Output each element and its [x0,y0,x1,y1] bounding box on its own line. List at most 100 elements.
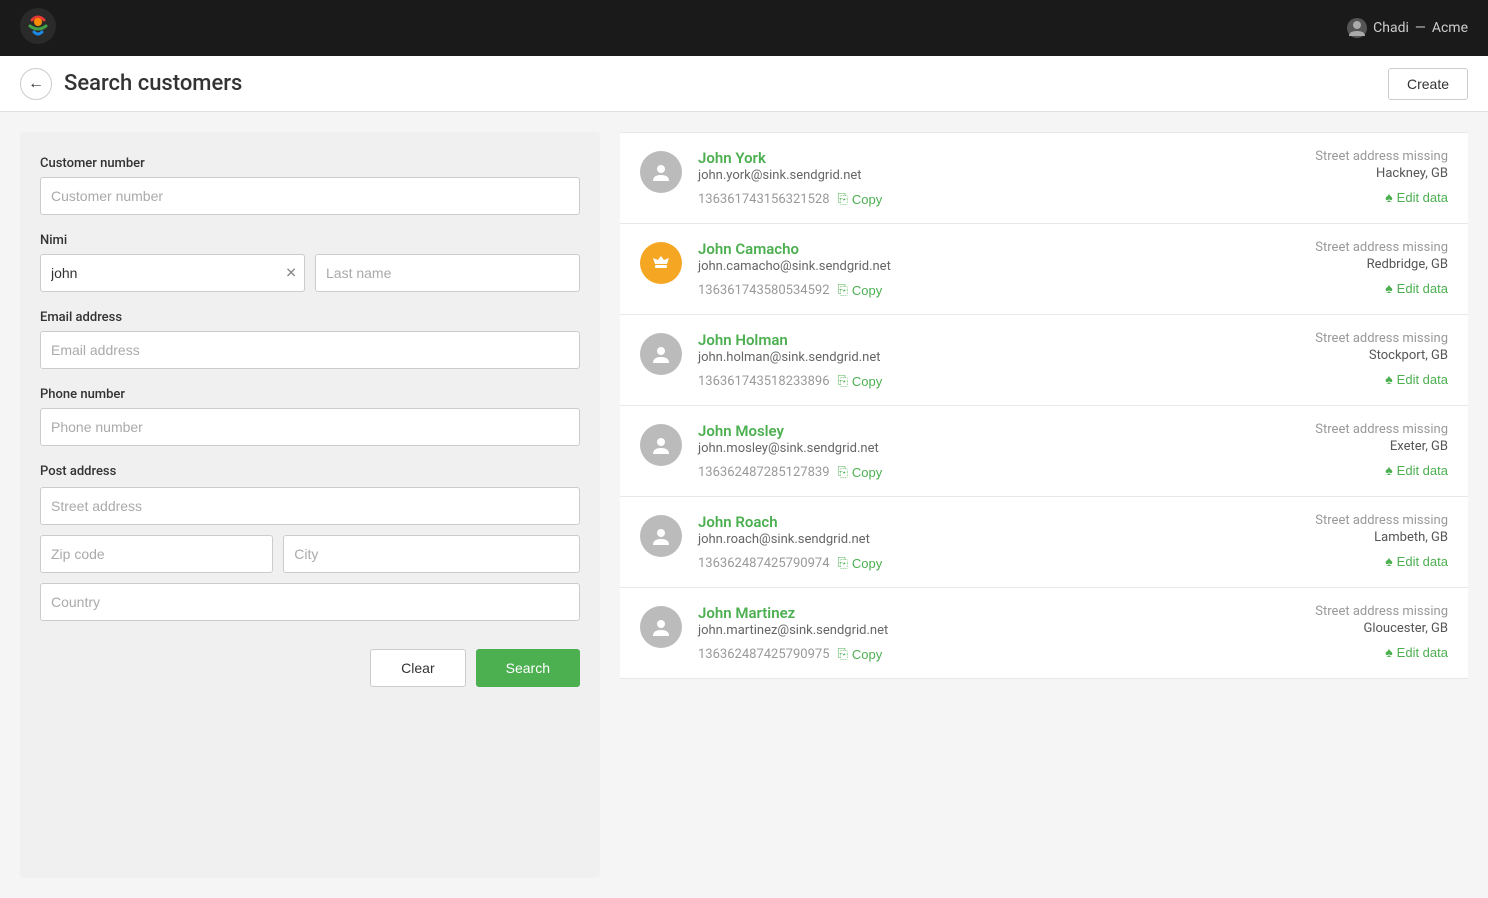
user-name: Chadi [1373,20,1409,36]
copy-id-button[interactable]: ⎘ Copy [838,464,883,480]
org-name: Acme [1432,20,1468,36]
copy-id-button[interactable]: ⎘ Copy [838,555,883,571]
search-button[interactable]: Search [476,649,580,687]
edit-icon: ♠ [1385,189,1392,205]
street-status: Street address missing [1268,604,1448,619]
result-card: John Mosley john.mosley@sink.sendgrid.ne… [620,406,1468,497]
street-input[interactable] [40,487,580,525]
street-status: Street address missing [1268,240,1448,255]
city-input[interactable] [283,535,580,573]
customer-email: john.camacho@sink.sendgrid.net [698,259,1252,274]
edit-data-button[interactable]: ♠ Edit data [1268,371,1448,387]
result-address: Street address missing Hackney, GB ♠ Edi… [1268,149,1448,205]
street-status: Street address missing [1268,513,1448,528]
customer-name[interactable]: John Camacho [698,240,1252,258]
result-address: Street address missing Exeter, GB ♠ Edit… [1268,422,1448,478]
name-label: Nimi [40,233,580,248]
edit-label: Edit data [1397,463,1448,478]
edit-data-button[interactable]: ♠ Edit data [1268,280,1448,296]
page-title: Search customers [64,71,242,96]
customer-location: Exeter, GB [1268,439,1448,454]
country-input[interactable] [40,583,580,621]
copy-label: Copy [852,556,882,571]
customer-location: Hackney, GB [1268,166,1448,181]
result-card: John Holman john.holman@sink.sendgrid.ne… [620,315,1468,406]
copy-id-button[interactable]: ⎘ Copy [838,646,883,662]
street-status: Street address missing [1268,331,1448,346]
customer-avatar [640,242,682,284]
customer-number-input[interactable] [40,177,580,215]
create-button[interactable]: Create [1388,68,1468,100]
customer-name[interactable]: John Roach [698,513,1252,531]
customer-email: john.martinez@sink.sendgrid.net [698,623,1252,638]
copy-label: Copy [852,465,882,480]
customer-name[interactable]: John York [698,149,1252,167]
customer-email: john.roach@sink.sendgrid.net [698,532,1252,547]
copy-label: Copy [852,283,882,298]
customer-email: john.york@sink.sendgrid.net [698,168,1252,183]
email-input[interactable] [40,331,580,369]
customer-number-group: Customer number [40,156,580,215]
copy-icon: ⎘ [838,282,848,298]
copy-id-button[interactable]: ⎘ Copy [838,191,883,207]
edit-label: Edit data [1397,645,1448,660]
customer-id: 136361743518233896 [698,374,830,389]
customer-avatar [640,515,682,557]
phone-group: Phone number [40,387,580,446]
customer-name[interactable]: John Martinez [698,604,1252,622]
result-id-row: 136362487285127839 ⎘ Copy [698,464,1252,480]
clear-button[interactable]: Clear [370,649,465,687]
result-id-row: 136362487425790975 ⎘ Copy [698,646,1252,662]
logo[interactable] [20,8,56,48]
customer-email: john.holman@sink.sendgrid.net [698,350,1252,365]
customer-location: Gloucester, GB [1268,621,1448,636]
clear-first-name-button[interactable]: ✕ [285,265,297,282]
customer-id: 136362487425790975 [698,647,830,662]
main-content: Customer number Nimi ✕ Email address P [0,112,1488,898]
phone-label: Phone number [40,387,580,402]
edit-label: Edit data [1397,372,1448,387]
street-status: Street address missing [1268,422,1448,437]
results-panel: John York john.york@sink.sendgrid.net 13… [600,132,1468,878]
last-name-input[interactable] [315,254,580,292]
first-name-wrap: ✕ [40,254,305,292]
copy-icon: ⎘ [838,646,848,662]
edit-data-button[interactable]: ♠ Edit data [1268,644,1448,660]
customer-id: 136361743156321528 [698,192,830,207]
zip-input[interactable] [40,535,273,573]
edit-icon: ♠ [1385,462,1392,478]
result-id-row: 136361743518233896 ⎘ Copy [698,373,1252,389]
result-address: Street address missing Redbridge, GB ♠ E… [1268,240,1448,296]
customer-name[interactable]: John Holman [698,331,1252,349]
result-main: John Martinez john.martinez@sink.sendgri… [698,604,1252,662]
edit-label: Edit data [1397,554,1448,569]
phone-input[interactable] [40,408,580,446]
edit-data-button[interactable]: ♠ Edit data [1268,462,1448,478]
result-main: John Holman john.holman@sink.sendgrid.ne… [698,331,1252,389]
result-address: Street address missing Gloucester, GB ♠ … [1268,604,1448,660]
result-card: John Martinez john.martinez@sink.sendgri… [620,588,1468,679]
result-id-row: 136361743580534592 ⎘ Copy [698,282,1252,298]
copy-icon: ⎘ [838,555,848,571]
edit-icon: ♠ [1385,371,1392,387]
copy-id-button[interactable]: ⎘ Copy [838,282,883,298]
copy-icon: ⎘ [838,191,848,207]
customer-id: 136362487285127839 [698,465,830,480]
user-avatar-icon [1347,18,1367,38]
street-status: Street address missing [1268,149,1448,164]
back-button[interactable]: ← [20,68,52,100]
result-card: John Camacho john.camacho@sink.sendgrid.… [620,224,1468,315]
copy-label: Copy [852,192,882,207]
edit-icon: ♠ [1385,553,1392,569]
result-address: Street address missing Stockport, GB ♠ E… [1268,331,1448,387]
copy-id-button[interactable]: ⎘ Copy [838,373,883,389]
email-label: Email address [40,310,580,325]
first-name-input[interactable] [40,254,305,292]
edit-data-button[interactable]: ♠ Edit data [1268,189,1448,205]
result-id-row: 136361743156321528 ⎘ Copy [698,191,1252,207]
customer-name[interactable]: John Mosley [698,422,1252,440]
customer-avatar [640,606,682,648]
search-form-panel: Customer number Nimi ✕ Email address P [20,132,600,878]
topnav: Chadi — Acme [0,0,1488,56]
edit-data-button[interactable]: ♠ Edit data [1268,553,1448,569]
